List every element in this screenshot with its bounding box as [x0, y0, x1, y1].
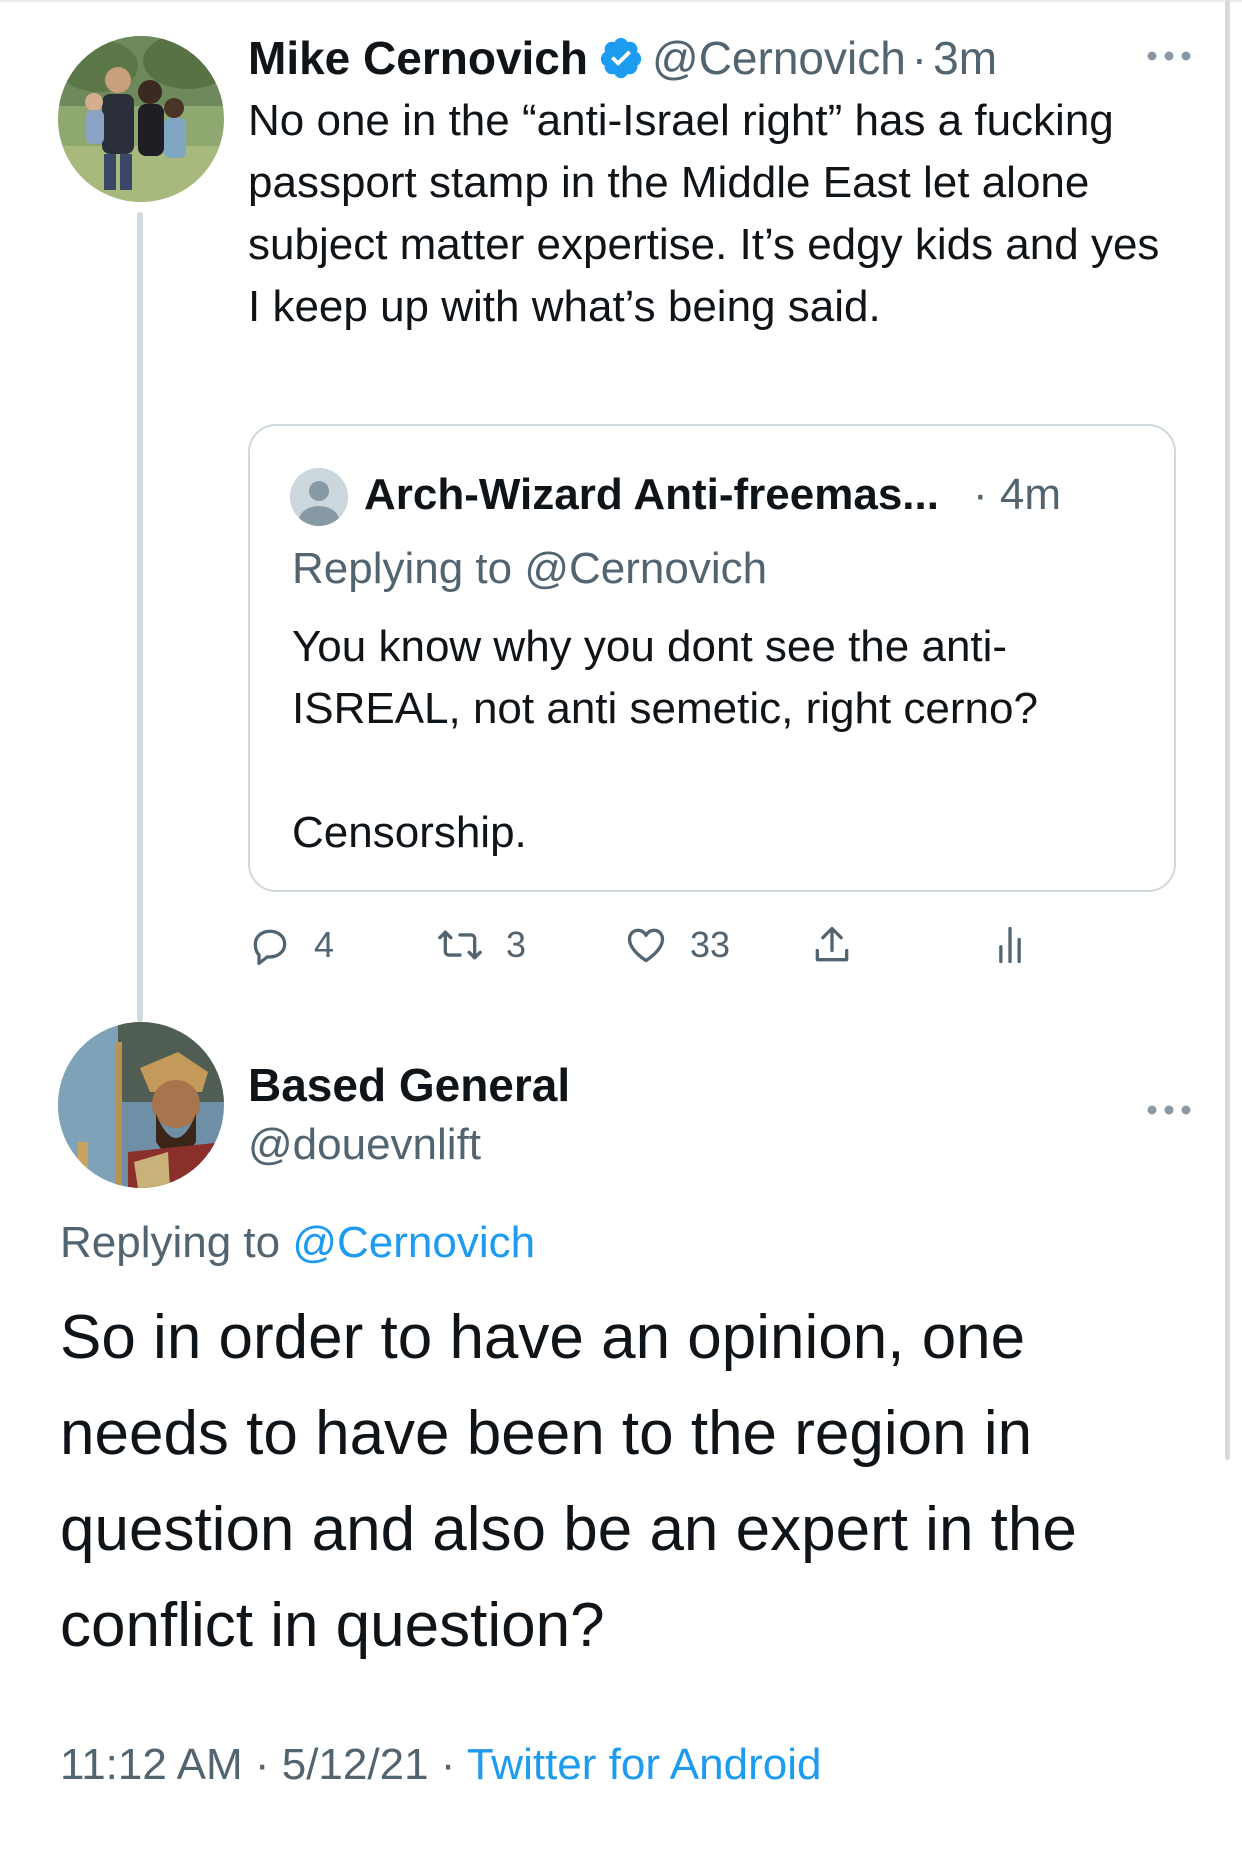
quoted-tweet-text: You know why you dont see the anti-ISREA…	[292, 622, 1038, 857]
like-button[interactable]: 33	[624, 915, 730, 975]
tweet1-time[interactable]: 3m	[933, 31, 997, 85]
verified-badge-icon	[598, 35, 644, 81]
tweet2-metadata: 11:12 AM · 5/12/21 · Twitter for Android	[60, 1740, 821, 1790]
replying-to-label: Replying to	[60, 1218, 293, 1267]
retweet-count: 3	[506, 924, 527, 965]
tweet2-body-text: So in order to have an opinion, one need…	[60, 1303, 1077, 1660]
quoted-tweet-header: Arch-Wizard Anti-freemas... · 4m	[364, 464, 1061, 526]
tweet2-author-name[interactable]: Based General	[248, 1058, 570, 1112]
analytics-icon	[999, 926, 1021, 964]
tweet1-handle[interactable]: @Cernovich	[652, 31, 906, 85]
reply-icon	[253, 929, 287, 965]
replying-to-mention-link[interactable]: @Cernovich	[292, 1218, 535, 1267]
tweet2-timestamp[interactable]: 11:12 AM · 5/12/21 ·	[60, 1740, 467, 1789]
more-options-icon[interactable]	[1144, 1102, 1194, 1118]
quoted-tweet-card[interactable]: Arch-Wizard Anti-freemas... · 4m Replyin…	[248, 424, 1176, 892]
tweet2-replying-to: Replying to @Cernovich	[60, 1218, 535, 1268]
tweet1-body-text: No one in the “anti-Israel right” has a …	[248, 96, 1160, 331]
share-icon	[815, 926, 849, 962]
top-divider	[0, 0, 1242, 2]
tweet1-author-name[interactable]: Mike Cernovich	[248, 31, 588, 85]
quoted-replying-to: Replying to @Cernovich	[292, 544, 768, 593]
tweet1-header: Mike Cernovich @Cernovich · 3m	[248, 28, 997, 88]
quoted-author-name: Arch-Wizard Anti-freemas...	[364, 470, 939, 519]
reply-count: 4	[314, 924, 335, 965]
scrollbar[interactable]	[1225, 0, 1230, 1460]
heart-icon	[627, 928, 665, 963]
quoted-tweet-time: · 4m	[972, 470, 1061, 519]
tweet-source-link[interactable]: Twitter for Android	[467, 1740, 822, 1789]
avatar-based-general[interactable]	[58, 1022, 224, 1188]
retweet-icon	[438, 930, 482, 960]
retweet-button[interactable]: 3	[436, 915, 526, 975]
avatar-mike-cernovich[interactable]	[58, 36, 224, 202]
analytics-button[interactable]	[988, 915, 1054, 975]
separator-dot: ·	[911, 32, 928, 84]
like-count: 33	[690, 924, 731, 965]
reply-button[interactable]: 4	[248, 915, 334, 975]
tweet1-action-bar: 4 3 33	[248, 915, 1178, 985]
share-button[interactable]	[810, 915, 876, 975]
tweet2-handle[interactable]: @douevnlift	[248, 1120, 481, 1170]
more-options-icon[interactable]	[1144, 48, 1194, 64]
thread-connector-line	[137, 212, 143, 1022]
quoted-author-avatar	[290, 468, 348, 526]
